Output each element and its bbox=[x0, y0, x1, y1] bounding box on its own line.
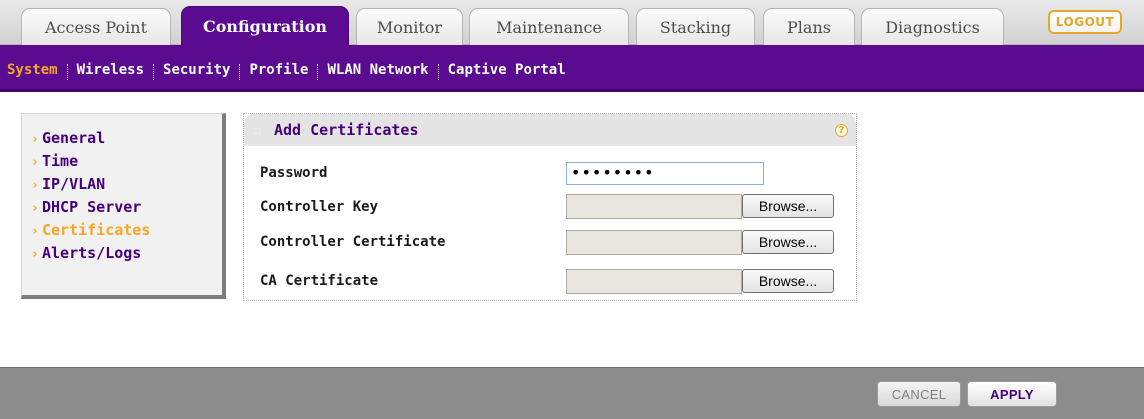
panel-title: Add Certificates bbox=[274, 121, 419, 139]
controller-cert-label: Controller Certificate bbox=[260, 234, 446, 250]
controller-cert-row: Controller Certificate bbox=[260, 231, 445, 253]
controller-key-label: Controller Key bbox=[260, 199, 379, 215]
side-item-label: Time bbox=[42, 151, 79, 170]
sub-navigation: System Wireless Security Profile WLAN Ne… bbox=[0, 45, 1144, 92]
side-item-time[interactable]: › Time bbox=[22, 149, 222, 172]
controller-key-browse-button[interactable]: Browse... bbox=[742, 194, 834, 218]
subnav-divider bbox=[153, 64, 155, 80]
tab-access-point[interactable]: Access Point bbox=[21, 8, 171, 46]
side-item-ip-vlan[interactable]: › IP/VLAN bbox=[22, 172, 222, 195]
add-certificates-panel: :: Add Certificates ? Password •••••••• … bbox=[243, 113, 857, 301]
password-row: Password bbox=[260, 162, 327, 184]
tab-stacking[interactable]: Stacking bbox=[636, 8, 755, 46]
apply-button[interactable]: APPLY bbox=[967, 381, 1057, 407]
subnav-divider bbox=[317, 64, 319, 80]
ca-cert-file-field[interactable] bbox=[566, 269, 742, 294]
chevron-right-icon: › bbox=[31, 223, 39, 239]
subnav-divider bbox=[66, 64, 68, 80]
panel-header: :: Add Certificates ? bbox=[244, 114, 856, 146]
chevron-right-icon: › bbox=[31, 131, 39, 147]
subnav-item-profile[interactable]: Profile bbox=[249, 62, 308, 78]
chevron-right-icon: › bbox=[31, 200, 39, 216]
subnav-divider bbox=[437, 64, 439, 80]
side-item-label: Alerts/Logs bbox=[42, 243, 142, 262]
side-item-general[interactable]: › General bbox=[22, 126, 222, 149]
side-item-dhcp-server[interactable]: › DHCP Server bbox=[22, 195, 222, 218]
grip-icon: :: bbox=[254, 123, 263, 137]
side-item-label: IP/VLAN bbox=[42, 174, 106, 193]
tab-maintenance[interactable]: Maintenance bbox=[469, 8, 629, 46]
top-tab-bar: Access Point Configuration Monitor Maint… bbox=[0, 0, 1144, 46]
side-menu: › General › Time › IP/VLAN › DHCP Server… bbox=[21, 113, 226, 299]
subnav-item-wireless[interactable]: Wireless bbox=[77, 62, 144, 78]
password-label: Password bbox=[260, 165, 328, 181]
help-icon[interactable]: ? bbox=[835, 124, 848, 137]
chevron-right-icon: › bbox=[31, 246, 39, 262]
subnav-item-system[interactable]: System bbox=[7, 62, 58, 78]
tab-plans[interactable]: Plans bbox=[763, 8, 855, 46]
side-item-label: General bbox=[42, 128, 106, 147]
subnav-divider bbox=[239, 64, 241, 80]
tab-diagnostics[interactable]: Diagnostics bbox=[861, 8, 1004, 46]
chevron-right-icon: › bbox=[31, 154, 39, 170]
tab-configuration[interactable]: Configuration bbox=[181, 6, 349, 46]
subnav-item-wlan-network[interactable]: WLAN Network bbox=[327, 62, 428, 78]
ca-cert-browse-button[interactable]: Browse... bbox=[742, 269, 834, 293]
subnav-item-captive-portal[interactable]: Captive Portal bbox=[448, 62, 566, 78]
subnav-item-security[interactable]: Security bbox=[163, 62, 230, 78]
controller-cert-browse-button[interactable]: Browse... bbox=[742, 230, 834, 254]
side-item-certificates[interactable]: › Certificates bbox=[22, 218, 222, 241]
side-item-alerts-logs[interactable]: › Alerts/Logs bbox=[22, 241, 222, 264]
cancel-button[interactable]: CANCEL bbox=[877, 381, 961, 407]
tab-monitor[interactable]: Monitor bbox=[356, 8, 463, 46]
footer-bar: CANCEL APPLY bbox=[0, 367, 1144, 419]
side-item-label: Certificates bbox=[42, 220, 151, 239]
controller-key-file-field[interactable] bbox=[566, 194, 742, 219]
logout-button[interactable]: LOGOUT bbox=[1048, 10, 1122, 34]
controller-cert-file-field[interactable] bbox=[566, 230, 742, 255]
chevron-right-icon: › bbox=[31, 177, 39, 193]
ca-cert-row: CA Certificate bbox=[260, 270, 378, 292]
ca-cert-label: CA Certificate bbox=[260, 273, 379, 289]
side-item-label: DHCP Server bbox=[42, 197, 142, 216]
controller-key-row: Controller Key bbox=[260, 196, 378, 218]
password-field[interactable]: •••••••• bbox=[566, 162, 764, 185]
